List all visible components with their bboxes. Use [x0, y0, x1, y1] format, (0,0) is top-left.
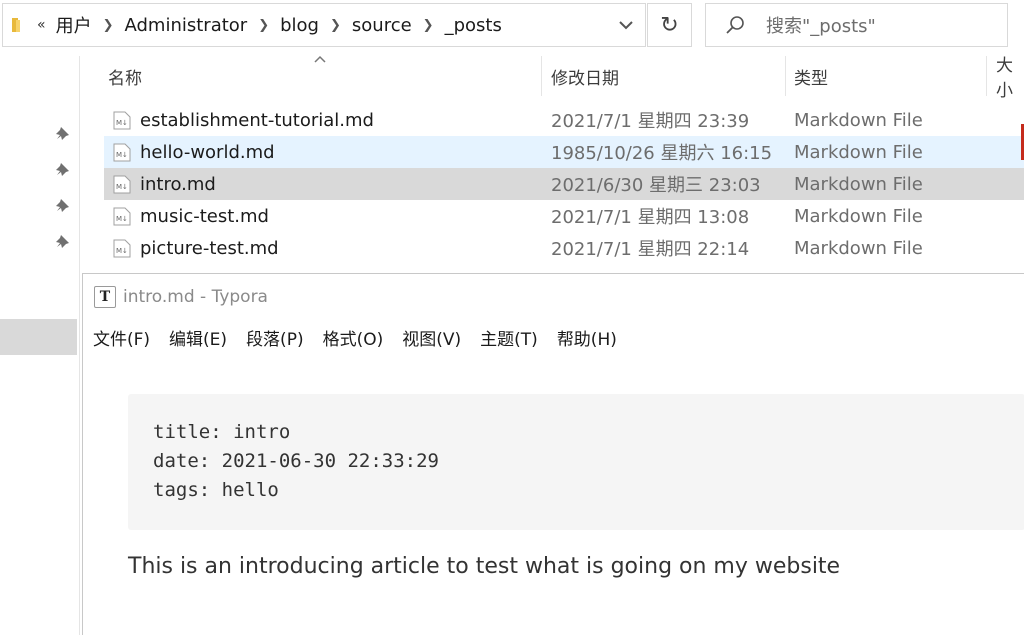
markdown-file-icon: M↓ [113, 143, 131, 162]
column-divider[interactable] [785, 56, 786, 96]
markdown-file-icon: M↓ [113, 111, 131, 130]
title-bar[interactable]: T intro.md - Typora [83, 274, 1024, 320]
breadcrumb-source[interactable]: source [350, 15, 414, 36]
svg-text:M↓: M↓ [116, 151, 128, 159]
front-matter-line: title: intro [153, 421, 291, 443]
breadcrumb-administrator[interactable]: Administrator [122, 15, 249, 36]
window-title: intro.md - Typora [123, 287, 268, 307]
typora-window: T intro.md - Typora 文件(F) 编辑(E) 段落(P) 格式… [82, 273, 1024, 635]
markdown-file-icon: M↓ [113, 175, 131, 194]
file-type: Markdown File [794, 173, 923, 195]
column-divider[interactable] [986, 56, 987, 96]
file-type: Markdown File [794, 237, 923, 259]
file-date: 2021/7/1 星期四 13:08 [551, 207, 750, 228]
file-name: establishment-tutorial.md [140, 109, 374, 131]
breadcrumb: « 用户 ❯ Administrator ❯ blog ❯ source ❯ _… [37, 12, 504, 38]
folder-icon [12, 18, 20, 32]
column-header-name[interactable]: 名称 [108, 56, 142, 96]
menu-bar: 文件(F) 编辑(E) 段落(P) 格式(O) 视图(V) 主题(T) 帮助(H… [83, 320, 626, 354]
chevron-right-icon[interactable]: ❯ [330, 18, 341, 33]
chevron-right-icon[interactable]: ❯ [103, 18, 114, 33]
pin-icon[interactable] [54, 160, 72, 178]
file-row[interactable]: M↓ music-test.md 2021/7/1 星期四 13:08 Mark… [104, 200, 1024, 232]
file-type: Markdown File [794, 141, 923, 163]
menu-view[interactable]: 视图(V) [402, 325, 461, 350]
menu-theme[interactable]: 主题(T) [480, 325, 538, 350]
column-header-size[interactable]: 大小 [996, 56, 1024, 101]
svg-text:M↓: M↓ [116, 119, 128, 127]
chevron-right-icon[interactable]: ❯ [258, 18, 269, 33]
menu-format[interactable]: 格式(O) [323, 325, 384, 350]
column-header-date[interactable]: 修改日期 [551, 56, 619, 96]
chevron-down-icon[interactable] [617, 16, 635, 34]
sort-ascending-icon [314, 55, 326, 63]
search-placeholder: 搜索"_posts" [766, 16, 876, 37]
breadcrumb-posts[interactable]: _posts [443, 15, 504, 36]
file-row[interactable]: M↓ establishment-tutorial.md 2021/7/1 星期… [104, 104, 1024, 136]
file-row[interactable]: M↓ intro.md 2021/6/30 星期三 23:03 Markdown… [104, 168, 1024, 200]
pin-icon[interactable] [54, 232, 72, 250]
refresh-button[interactable]: ↻ [647, 3, 692, 47]
address-bar[interactable]: « 用户 ❯ Administrator ❯ blog ❯ source ❯ _… [2, 3, 646, 47]
search-icon [726, 16, 744, 34]
typora-app-icon: T [94, 286, 116, 308]
menu-help[interactable]: 帮助(H) [557, 325, 617, 350]
file-type: Markdown File [794, 109, 923, 131]
front-matter-block[interactable]: title: intro date: 2021-06-30 22:33:29 t… [128, 394, 1024, 530]
file-date: 1985/10/26 星期六 16:15 [551, 143, 773, 164]
breadcrumb-overflow[interactable]: « [37, 17, 46, 33]
markdown-file-icon: M↓ [113, 207, 131, 226]
markdown-file-icon: M↓ [113, 239, 131, 258]
menu-edit[interactable]: 编辑(E) [169, 325, 227, 350]
file-name: music-test.md [140, 205, 269, 227]
breadcrumb-users[interactable]: 用户 [54, 12, 94, 38]
file-date: 2021/6/30 星期三 23:03 [551, 175, 761, 196]
front-matter-line: tags: hello [153, 479, 279, 501]
pin-icon[interactable] [54, 196, 72, 214]
column-divider[interactable] [541, 56, 542, 96]
chevron-right-icon[interactable]: ❯ [423, 18, 434, 33]
file-name: hello-world.md [140, 141, 275, 163]
refresh-icon: ↻ [660, 12, 679, 38]
breadcrumb-blog[interactable]: blog [278, 15, 321, 36]
body-paragraph[interactable]: This is an introducing article to test w… [128, 554, 840, 579]
menu-file[interactable]: 文件(F) [93, 325, 150, 350]
search-box[interactable]: 搜索"_posts" [705, 3, 1008, 47]
file-date: 2021/7/1 星期四 22:14 [551, 239, 750, 260]
menu-paragraph[interactable]: 段落(P) [246, 325, 304, 350]
file-name: intro.md [140, 173, 216, 195]
file-type: Markdown File [794, 205, 923, 227]
front-matter-line: date: 2021-06-30 22:33:29 [153, 450, 439, 472]
nav-selected-item[interactable] [0, 319, 77, 355]
file-date: 2021/7/1 星期四 23:39 [551, 111, 750, 132]
file-row[interactable]: M↓ hello-world.md 1985/10/26 星期六 16:15 M… [104, 136, 1024, 168]
column-header-type[interactable]: 类型 [794, 56, 828, 96]
pin-icon[interactable] [54, 124, 72, 142]
file-name: picture-test.md [140, 237, 279, 259]
svg-text:M↓: M↓ [116, 183, 128, 191]
file-row[interactable]: M↓ picture-test.md 2021/7/1 星期四 22:14 Ma… [104, 232, 1024, 264]
svg-text:M↓: M↓ [116, 247, 128, 255]
svg-text:M↓: M↓ [116, 215, 128, 223]
